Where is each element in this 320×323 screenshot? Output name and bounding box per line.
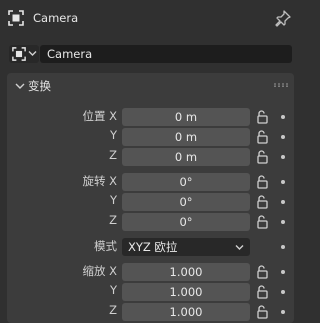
keyframe-dot[interactable]: [281, 200, 285, 204]
rotation-y-field[interactable]: 0°: [122, 193, 250, 211]
keyframe-dot[interactable]: [281, 220, 285, 224]
unlock-icon[interactable]: [256, 175, 268, 189]
unlock-icon[interactable]: [256, 130, 268, 144]
rotation-mode-value: XYZ 欧拉: [128, 240, 178, 254]
object-icon: [8, 10, 24, 26]
object-name-text: Camera: [47, 47, 93, 61]
object-selector-row: Camera: [0, 40, 302, 66]
unlock-icon[interactable]: [256, 110, 268, 124]
keyframe-dot[interactable]: [281, 310, 285, 314]
rotation-mode-dropdown[interactable]: XYZ 欧拉: [122, 238, 250, 256]
location-x-label: 位置 X: [82, 109, 117, 123]
location-x-field[interactable]: 0 m: [122, 108, 250, 126]
rotation-x-label: 旋转 X: [82, 174, 117, 188]
location-z-label: Z: [109, 148, 117, 162]
keyframe-dot[interactable]: [281, 245, 285, 249]
transform-panel-header[interactable]: 变换: [7, 73, 294, 99]
scale-x-label: 缩放 X: [82, 264, 117, 278]
keyframe-dot[interactable]: [281, 115, 285, 119]
keyframe-dot[interactable]: [281, 290, 285, 294]
rotation-y-label: Y: [109, 193, 117, 207]
location-y-field[interactable]: 0 m: [122, 128, 250, 146]
panel-title: 变换: [28, 79, 51, 93]
keyframe-dot[interactable]: [281, 270, 285, 274]
transform-panel: 变换 位置 X 0 m Y 0 m Z 0 m 旋转 X 0° Y 0° Z 0…: [7, 73, 294, 323]
object-name-field[interactable]: Camera: [40, 45, 292, 63]
rotation-mode-label: 模式: [94, 239, 117, 253]
scale-z-label: Z: [109, 303, 117, 317]
pin-icon[interactable]: [274, 9, 292, 27]
location-z-field[interactable]: 0 m: [122, 148, 250, 166]
unlock-icon[interactable]: [256, 285, 268, 299]
location-y-label: Y: [109, 128, 117, 142]
scale-y-label: Y: [109, 283, 117, 297]
unlock-icon[interactable]: [256, 305, 268, 319]
unlock-icon[interactable]: [256, 150, 268, 164]
scale-x-field[interactable]: 1.000: [122, 263, 250, 281]
keyframe-dot[interactable]: [281, 155, 285, 159]
scale-y-field[interactable]: 1.000: [122, 283, 250, 301]
unlock-icon[interactable]: [256, 215, 268, 229]
header-title: Camera: [33, 11, 79, 25]
keyframe-dot[interactable]: [281, 180, 285, 184]
unlock-icon[interactable]: [256, 195, 268, 209]
drag-handle-icon[interactable]: [273, 83, 289, 87]
rotation-x-field[interactable]: 0°: [122, 173, 250, 191]
scale-z-field[interactable]: 1.000: [122, 303, 250, 321]
properties-header: Camera: [0, 0, 302, 36]
keyframe-dot[interactable]: [281, 135, 285, 139]
rotation-z-field[interactable]: 0°: [122, 213, 250, 231]
rotation-z-label: Z: [109, 213, 117, 227]
unlock-icon[interactable]: [256, 265, 268, 279]
object-type-dropdown[interactable]: [9, 45, 39, 63]
chevron-down-icon: [15, 83, 25, 89]
object-icon: [12, 47, 26, 61]
chevron-down-icon: [235, 245, 244, 250]
chevron-down-icon: [28, 51, 37, 56]
